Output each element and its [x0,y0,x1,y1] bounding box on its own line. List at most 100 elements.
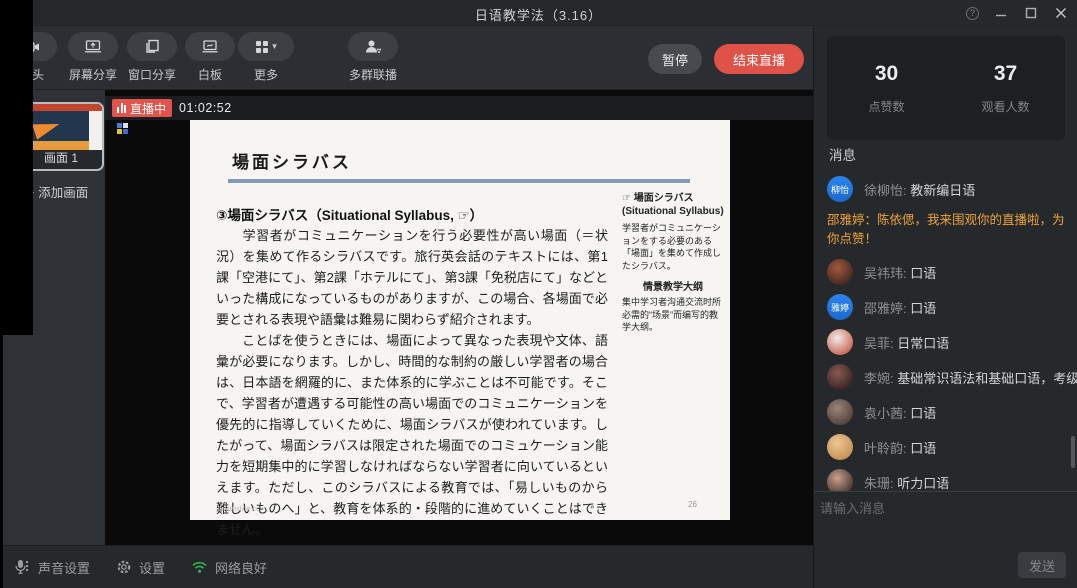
toolbar-button-label: 窗口分享 [123,66,181,83]
message-text: 徐柳怡: 教新编日语 [864,180,975,199]
toolbar-button-multicast[interactable]: 多群联播 [344,32,402,83]
slide-margin-note: ☞ 場面シラバス (Situational Syllabus) 学習者がコミュニ… [622,192,724,334]
avatar[interactable]: 柳怡 [827,176,853,202]
live-teaching-app-window: 日语教学法（3.16） ? 像头屏幕分享窗口分享白板▾更多多群联播 暂停 结束直… [0,0,1077,588]
pause-button[interactable]: 暂停 [648,44,702,74]
slide-title: 場面シラバス [232,148,352,173]
message-sender: 邵雅婷: [864,301,910,316]
network-label: 网络良好 [215,558,267,577]
help-icon[interactable]: ? [966,7,979,20]
sound-settings-button[interactable]: 声音设置 [14,558,90,577]
message-row: 吴祎玮: 口语 [827,259,1077,285]
toolbar-button-label: 更多 [234,66,298,83]
live-status-badge: 直播中 [112,99,172,117]
message-content: 听力口语 [897,476,949,491]
message-text: 吴菲: 日常口语 [864,333,949,352]
stats-card: 30 点赞数 37 观看人数 [827,36,1065,140]
message-content: 基础常识语法和基础口语，考级 [897,371,1077,386]
title-bar: 日语教学法（3.16） ? [0,0,1077,26]
avatar[interactable] [827,434,853,460]
message-content: 日常口语 [897,336,949,351]
toolbar-button-screen-share[interactable]: 屏幕分享 [64,32,122,83]
more-grid-icon: ▾ [238,32,294,61]
viewers-label: 观看人数 [981,98,1029,115]
viewers-stat: 37 观看人数 [946,36,1065,140]
gear-icon [116,559,132,575]
avatar[interactable] [827,399,853,425]
toolbar-button-label: 屏幕分享 [64,66,122,83]
window-controls: ? [966,0,1069,26]
close-icon[interactable] [1053,5,1069,21]
message-sender: 徐柳怡: [864,183,910,198]
message-row: 雅婷邵雅婷: 口语 [827,294,1077,320]
message-content: 口语 [910,301,936,316]
thumbnail-panel-graphic [89,111,102,150]
toolbar-button-label: 多群联播 [344,66,402,83]
message-content: 口语 [910,441,936,456]
message-row: 朱珊: 听力口语 [827,469,1077,491]
message-text: 李婉: 基础常识语法和基础口语，考级 [864,368,1077,387]
screen-share-icon [68,32,118,61]
note-heading: ☞ 場面シラバス (Situational Syllabus) [622,192,724,218]
message-row: 叶聆韵: 口语 [827,434,1077,460]
slide-heading: ③場面シラバス（Situational Syllabus, ☞） [216,204,483,224]
avatar[interactable] [827,364,853,390]
status-bar: 声音设置 设置 网络良好 [0,545,813,588]
message-text: 朱珊: 听力口语 [864,473,949,492]
message-sender: 吴菲: [864,336,897,351]
avatar[interactable] [827,259,853,285]
note-chinese-body: 集中学习者沟通交流时所必需的“场景”而编写的教学大纲。 [622,296,724,334]
message-row: 李婉: 基础常识语法和基础口语，考级 [827,364,1077,390]
chat-header: 消息 [829,144,856,164]
message-row: 袁小茜: 口语 [827,399,1077,425]
minimize-icon[interactable] [993,5,1009,21]
chat-input-area: 发送 [814,491,1077,588]
settings-button[interactable]: 设置 [116,558,165,577]
thumbnail-arrow-graphic [32,116,62,139]
toolbar-button-more-grid[interactable]: ▾ 更多 [234,32,298,83]
network-status[interactable]: 网络良好 [191,558,267,577]
slide-watermark: www.islide.cc [218,506,260,513]
chat-input[interactable] [820,498,1070,548]
chat-panel: 30 点赞数 37 观看人数 消息 柳怡徐柳怡: 教新编日语邵雅婷：陈依偲，我来… [813,26,1077,588]
whiteboard-icon [185,32,235,61]
toolbar-button-label: 白板 [181,66,239,83]
message-sender: 吴祎玮: [864,266,910,281]
settings-label: 设置 [139,558,165,577]
toolbar-button-whiteboard[interactable]: 白板 [181,32,239,83]
live-badge-label: 直播中 [130,100,166,117]
live-stage: 直播中 01:02:52 場面シラバス ③場面シラバス（Situational … [105,90,815,545]
maximize-icon[interactable] [1023,5,1039,21]
window-share-icon [127,32,177,61]
end-live-button[interactable]: 结束直播 [714,44,804,74]
window-title: 日语教学法（3.16） [0,5,1077,24]
send-button[interactable]: 发送 [1018,552,1066,578]
avatar[interactable]: 雅婷 [827,294,853,320]
add-screen-button[interactable]: + 添加画面 [26,182,88,201]
message-content: 口语 [910,406,936,421]
avatar[interactable] [827,469,853,491]
likes-stat: 30 点赞数 [827,36,946,140]
avatar[interactable] [827,329,853,355]
live-timer: 01:02:52 [179,101,232,115]
viewers-count: 37 [994,62,1017,86]
slide-title-rule [228,179,690,183]
message-list[interactable]: 柳怡徐柳怡: 教新编日语邵雅婷：陈依偲，我来围观你的直播啦，为你点赞！ 吴祎玮: … [814,168,1077,491]
highlighted-message: 邵雅婷：陈依偲，我来围观你的直播啦，为你点赞！ [827,211,1069,249]
chat-scrollbar[interactable] [1071,436,1075,468]
slide-paragraph: ことばを使うときには、場面によって異なった表現や文体、語彙が必要になります。しか… [216,330,608,540]
multicast-icon [348,32,398,61]
message-text: 叶聆韵: 口语 [864,438,936,457]
likes-count: 30 [875,62,898,86]
wifi-icon [191,560,208,574]
message-row: 吴菲: 日常口语 [827,329,1077,355]
message-content: 口语 [910,266,936,281]
message-row: 柳怡徐柳怡: 教新编日语 [827,176,1077,202]
message-sender: 朱珊: [864,476,897,491]
likes-label: 点赞数 [868,98,904,115]
message-text: 袁小茜: 口语 [864,403,936,422]
message-text: 邵雅婷: 口语 [864,298,936,317]
message-sender: 袁小茜: [864,406,910,421]
note-body: 学習者がコミュニケーションをする必要のある「場面」を集めて作成したシラバス。 [622,222,724,272]
toolbar-button-window-share[interactable]: 窗口分享 [123,32,181,83]
